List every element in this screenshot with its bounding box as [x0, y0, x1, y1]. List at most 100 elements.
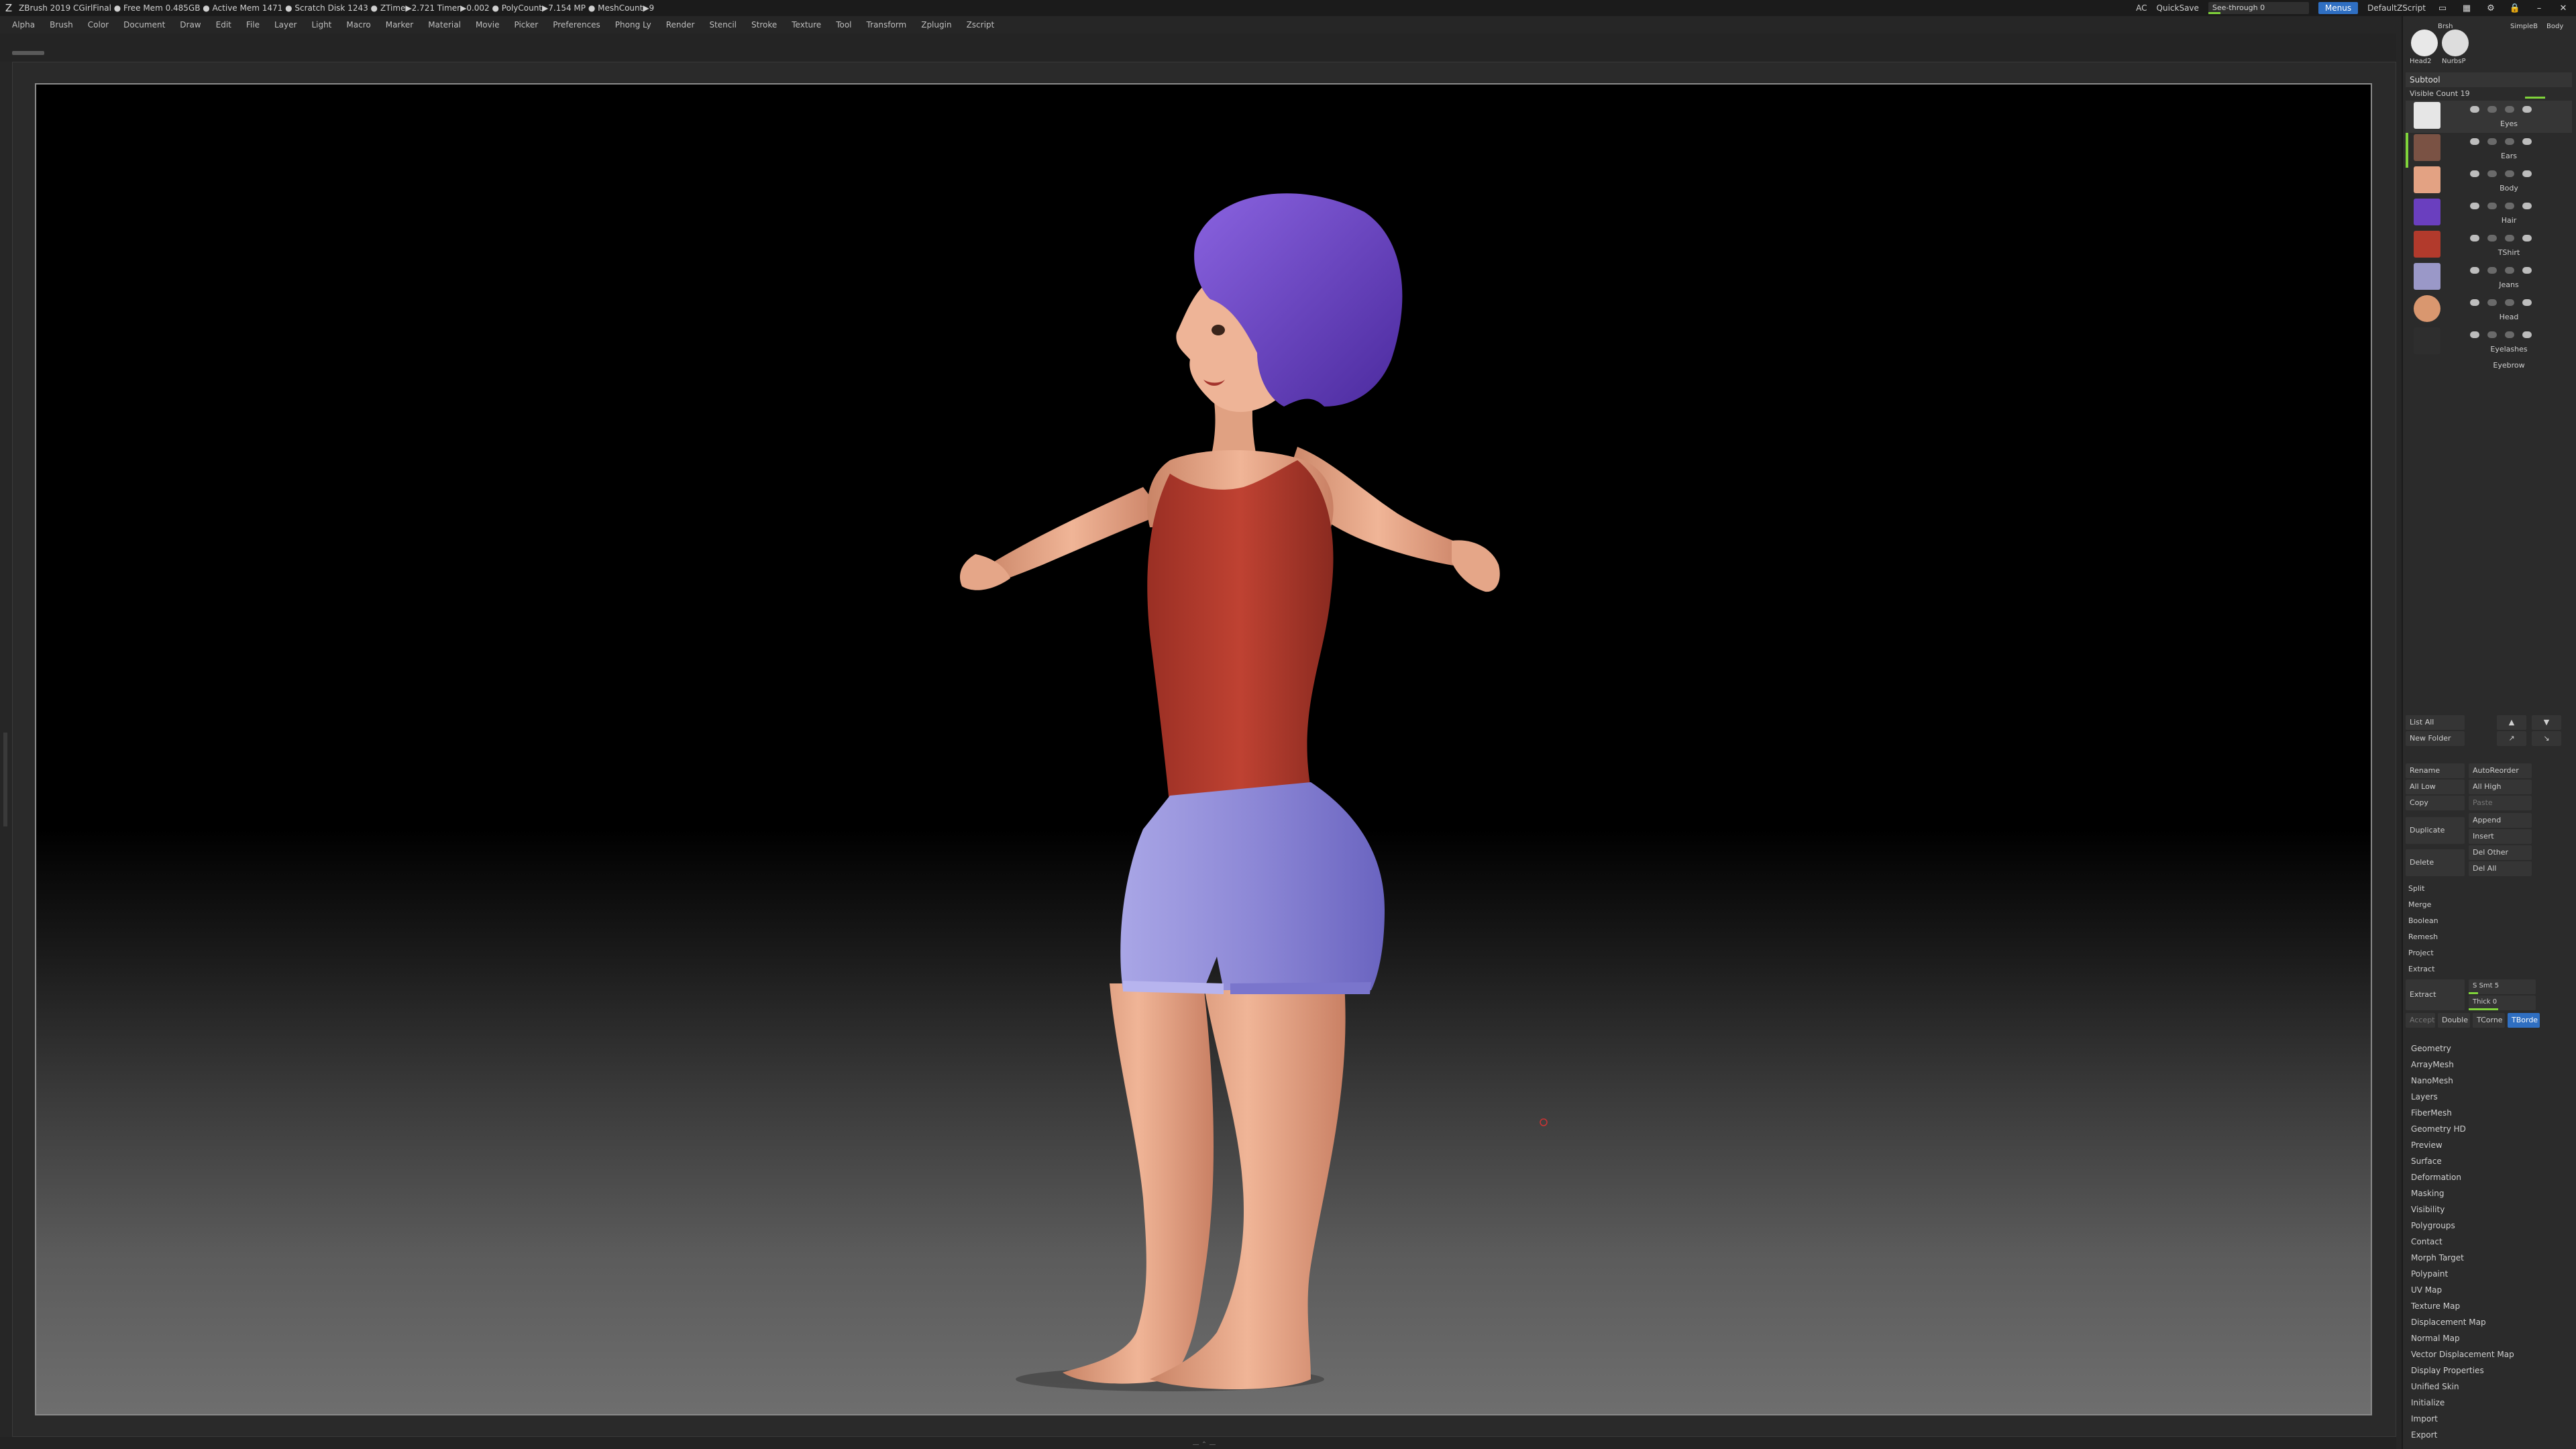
- boolean-button[interactable]: Boolean: [2408, 914, 2438, 928]
- section-initialize[interactable]: Initialize: [2411, 1398, 2445, 1407]
- toggle-icon[interactable]: [2470, 203, 2479, 209]
- menu-layer[interactable]: Layer: [274, 20, 297, 30]
- section-deformation[interactable]: Deformation: [2411, 1173, 2461, 1182]
- lock-icon[interactable]: 🔒: [2508, 2, 2522, 14]
- section-nanomesh[interactable]: NanoMesh: [2411, 1076, 2453, 1085]
- brush-icon[interactable]: [2505, 235, 2514, 241]
- toggle-icon[interactable]: [2470, 235, 2479, 241]
- menus-button[interactable]: Menus: [2318, 2, 2359, 14]
- toggle-icon[interactable]: [2470, 299, 2479, 306]
- lock-icon[interactable]: [2487, 170, 2497, 177]
- section-fibermesh[interactable]: FiberMesh: [2411, 1108, 2452, 1118]
- left-tray-handle[interactable]: [3, 733, 7, 826]
- menu-transform[interactable]: Transform: [867, 20, 907, 30]
- eye-icon[interactable]: [2522, 203, 2532, 209]
- section-displacement-map[interactable]: Displacement Map: [2411, 1318, 2486, 1327]
- menu-light[interactable]: Light: [311, 20, 331, 30]
- section-layers[interactable]: Layers: [2411, 1092, 2438, 1102]
- section-polygroups[interactable]: Polygroups: [2411, 1221, 2455, 1230]
- autoreorder-button[interactable]: AutoReorder: [2469, 763, 2532, 778]
- all-high-button[interactable]: All High: [2469, 780, 2532, 794]
- quicksave-button[interactable]: QuickSave: [2157, 3, 2199, 13]
- section-display-properties[interactable]: Display Properties: [2411, 1366, 2484, 1375]
- del-all-button[interactable]: Del All: [2469, 861, 2532, 876]
- paste-button[interactable]: Paste: [2469, 796, 2532, 810]
- extract-header[interactable]: Extract: [2408, 962, 2434, 977]
- toggle-icon[interactable]: [2470, 267, 2479, 274]
- del-other-button[interactable]: Del Other: [2469, 845, 2532, 860]
- append-button[interactable]: Append: [2469, 813, 2532, 828]
- menu-phong-ly[interactable]: Phong Ly: [615, 20, 651, 30]
- section-uv-map[interactable]: UV Map: [2411, 1285, 2442, 1295]
- menu-tool[interactable]: Tool: [836, 20, 851, 30]
- brush-icon[interactable]: [2505, 138, 2514, 145]
- section-export[interactable]: Export: [2411, 1430, 2437, 1440]
- project-button[interactable]: Project: [2408, 946, 2434, 961]
- section-contact[interactable]: Contact: [2411, 1237, 2443, 1246]
- tool-thumb-brsh[interactable]: [2411, 30, 2438, 56]
- bottom-tray-handle[interactable]: — ⌃ —: [1161, 1441, 1248, 1448]
- subtool-item[interactable]: Ears: [2406, 133, 2572, 165]
- section-unified-skin[interactable]: Unified Skin: [2411, 1382, 2459, 1391]
- brush-icon[interactable]: [2505, 170, 2514, 177]
- menu-picker[interactable]: Picker: [514, 20, 538, 30]
- menu-alpha[interactable]: Alpha: [12, 20, 35, 30]
- new-folder-button[interactable]: New Folder: [2406, 731, 2465, 746]
- shelf-handle[interactable]: [12, 51, 44, 55]
- s-smt-slider[interactable]: S Smt 5: [2469, 979, 2536, 994]
- menu-stroke[interactable]: Stroke: [751, 20, 777, 30]
- move-up-icon[interactable]: ↗: [2497, 731, 2526, 746]
- brush-icon[interactable]: [2505, 203, 2514, 209]
- merge-button[interactable]: Merge: [2408, 898, 2431, 912]
- tcorne-button[interactable]: TCorne: [2473, 1013, 2505, 1028]
- eye-icon[interactable]: [2522, 106, 2532, 113]
- subtool-header[interactable]: Subtool: [2406, 72, 2572, 87]
- section-visibility[interactable]: Visibility: [2411, 1205, 2445, 1214]
- section-geometry[interactable]: Geometry: [2411, 1044, 2451, 1053]
- accept-button[interactable]: Accept: [2406, 1013, 2435, 1028]
- ac-button[interactable]: AC: [2136, 3, 2147, 13]
- brush-icon[interactable]: [2505, 299, 2514, 306]
- section-import[interactable]: Import: [2411, 1414, 2438, 1424]
- menu-stencil[interactable]: Stencil: [709, 20, 737, 30]
- remesh-button[interactable]: Remesh: [2408, 930, 2438, 945]
- double-button[interactable]: Double: [2438, 1013, 2470, 1028]
- subtool-item[interactable]: Body: [2406, 165, 2572, 197]
- default-zscript-button[interactable]: DefaultZScript: [2367, 3, 2426, 13]
- all-low-button[interactable]: All Low: [2406, 780, 2465, 794]
- subtool-item[interactable]: TShirt: [2406, 229, 2572, 262]
- subtool-item[interactable]: Head: [2406, 294, 2572, 326]
- subtool-item[interactable]: Eyebrow: [2406, 358, 2572, 390]
- viewport-canvas[interactable]: [35, 83, 2372, 1415]
- duplicate-button[interactable]: Duplicate: [2406, 817, 2465, 844]
- minimize-icon[interactable]: –: [2532, 2, 2546, 14]
- menu-draw[interactable]: Draw: [180, 20, 201, 30]
- section-polypaint[interactable]: Polypaint: [2411, 1269, 2448, 1279]
- arrow-up-icon[interactable]: ▲: [2497, 715, 2526, 730]
- eye-icon[interactable]: [2522, 331, 2532, 338]
- section-geometry-hd[interactable]: Geometry HD: [2411, 1124, 2466, 1134]
- menu-zscript[interactable]: Zscript: [967, 20, 995, 30]
- layout-icon[interactable]: ▭: [2435, 2, 2450, 14]
- menu-file[interactable]: File: [246, 20, 260, 30]
- menu-marker[interactable]: Marker: [386, 20, 413, 30]
- thick-slider[interactable]: Thick 0: [2469, 996, 2536, 1010]
- toggle-icon[interactable]: [2470, 106, 2479, 113]
- lock-icon[interactable]: [2487, 331, 2497, 338]
- close-icon[interactable]: ✕: [2556, 2, 2571, 14]
- lock-icon[interactable]: [2487, 138, 2497, 145]
- menu-zplugin[interactable]: Zplugin: [921, 20, 951, 30]
- see-through-slider[interactable]: See-through 0: [2208, 2, 2309, 14]
- lock-icon[interactable]: [2487, 106, 2497, 113]
- section-masking[interactable]: Masking: [2411, 1189, 2444, 1198]
- eye-icon[interactable]: [2522, 170, 2532, 177]
- subtool-item[interactable]: Hair: [2406, 197, 2572, 229]
- menu-macro[interactable]: Macro: [346, 20, 370, 30]
- eye-icon[interactable]: [2522, 299, 2532, 306]
- menu-document[interactable]: Document: [123, 20, 165, 30]
- subtool-item[interactable]: Eyes: [2406, 101, 2572, 133]
- copy-button[interactable]: Copy: [2406, 796, 2465, 810]
- section-morph-target[interactable]: Morph Target: [2411, 1253, 2464, 1263]
- menu-color[interactable]: Color: [88, 20, 109, 30]
- insert-button[interactable]: Insert: [2469, 829, 2532, 844]
